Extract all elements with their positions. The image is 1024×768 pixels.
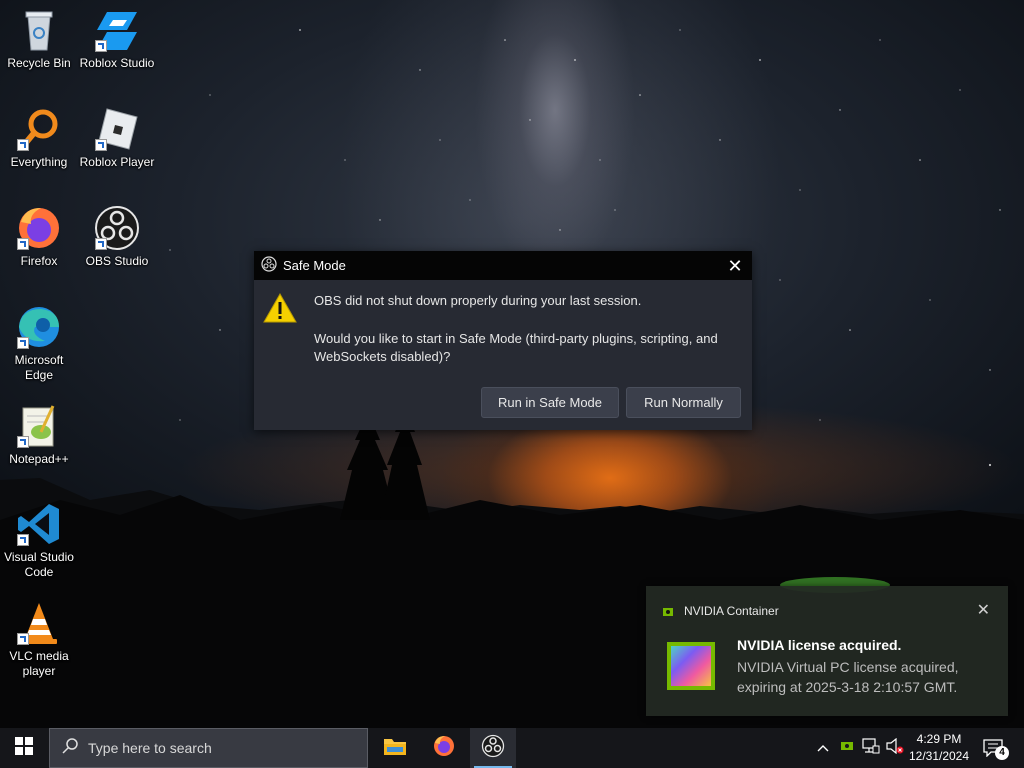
desktop-icon-firefox[interactable]: Firefox <box>0 204 78 269</box>
desktop-icon-label: OBS Studio <box>85 254 149 268</box>
taskbar: Type here to search 4:29 PM 12/31/2024 4 <box>0 728 1024 768</box>
notification-count-badge: 4 <box>995 746 1009 760</box>
folder-icon <box>383 736 407 761</box>
dialog-message-question: Would you like to start in Safe Mode (th… <box>314 331 718 364</box>
clock-time: 4:29 PM <box>916 732 962 746</box>
desktop-icon-vlc[interactable]: VLC media player <box>0 599 78 679</box>
desktop-icon-label: Roblox Player <box>79 155 155 169</box>
shortcut-arrow-icon <box>95 139 107 151</box>
taskbar-clock[interactable]: 4:29 PM 12/31/2024 <box>906 731 972 765</box>
run-in-safe-mode-button[interactable]: Run in Safe Mode <box>481 387 619 418</box>
desktop-icon-label: Roblox Studio <box>79 56 155 70</box>
shortcut-arrow-icon <box>17 436 29 448</box>
roblox-studio-icon <box>93 6 141 54</box>
desktop-icon-label: Everything <box>10 155 68 169</box>
close-icon[interactable]: ✕ <box>724 255 746 277</box>
gpu-chip-icon <box>665 640 717 692</box>
desktop-icon-recycle-bin[interactable]: Recycle Bin <box>0 6 78 71</box>
desktop-icon-obs-studio[interactable]: OBS Studio <box>78 204 156 269</box>
notification-app-name: NVIDIA Container <box>684 604 779 618</box>
firefox-icon <box>432 734 456 763</box>
taskbar-firefox[interactable] <box>421 728 467 768</box>
desktop-icon-label: Notepad++ <box>9 452 69 466</box>
desktop-icon-notepadpp[interactable]: Notepad++ <box>0 402 78 467</box>
start-button[interactable] <box>0 728 48 768</box>
taskbar-obs-studio[interactable] <box>470 728 516 768</box>
obs-studio-icon <box>261 256 277 275</box>
desktop-icon-vscode[interactable]: Visual Studio Code <box>0 500 78 580</box>
desktop-icon-label: Firefox <box>20 254 58 268</box>
desktop-icon-roblox-player[interactable]: Roblox Player <box>78 105 156 170</box>
notification-body: NVIDIA Virtual PC license acquired, expi… <box>737 659 959 695</box>
edge-icon <box>15 303 63 351</box>
warning-icon <box>263 292 297 329</box>
windows-logo-icon <box>15 736 33 760</box>
recycle-bin-icon <box>15 6 63 54</box>
clock-date: 12/31/2024 <box>908 749 970 763</box>
notepadpp-icon <box>15 402 63 450</box>
shortcut-arrow-icon <box>95 238 107 250</box>
run-normally-button[interactable]: Run Normally <box>626 387 741 418</box>
shortcut-arrow-icon <box>17 534 29 546</box>
notification-center-icon: 4 <box>983 737 1009 760</box>
nvidia-notification-toast[interactable]: NVIDIA Container ✕ NVIDIA license acquir… <box>646 586 1008 716</box>
obs-studio-icon <box>481 734 505 763</box>
shortcut-arrow-icon <box>17 238 29 250</box>
taskbar-search-box[interactable]: Type here to search <box>49 728 368 768</box>
safe-mode-dialog: Safe Mode ✕ OBS did not shut down proper… <box>254 251 752 430</box>
network-icon <box>862 737 880 759</box>
shortcut-arrow-icon <box>17 337 29 349</box>
tray-network[interactable] <box>860 728 882 768</box>
nvidia-icon <box>662 605 674 623</box>
nvidia-icon <box>840 739 854 757</box>
desktop-icon-microsoft-edge[interactable]: Microsoft Edge <box>0 303 78 383</box>
search-icon <box>62 737 78 759</box>
everything-search-icon <box>15 105 63 153</box>
firefox-icon <box>15 204 63 252</box>
close-icon[interactable]: ✕ <box>977 600 990 620</box>
desktop-icon-roblox-studio[interactable]: Roblox Studio <box>78 6 156 71</box>
dialog-message-crash: OBS did not shut down properly during yo… <box>314 293 642 308</box>
taskbar-file-explorer[interactable] <box>372 728 418 768</box>
dialog-titlebar[interactable]: Safe Mode ✕ <box>254 251 752 280</box>
chevron-up-icon <box>817 739 829 757</box>
desktop-icon-label: Recycle Bin <box>7 56 71 70</box>
tray-nvidia[interactable] <box>836 728 858 768</box>
desktop-icon-label: VLC media player <box>9 649 69 678</box>
roblox-player-icon <box>93 105 141 153</box>
notification-title: NVIDIA license acquired. <box>737 637 902 653</box>
volume-muted-icon <box>886 737 904 759</box>
shortcut-arrow-icon <box>95 40 107 52</box>
dialog-title: Safe Mode <box>283 258 346 273</box>
desktop-icon-everything[interactable]: Everything <box>0 105 78 170</box>
vlc-icon <box>15 599 63 647</box>
shortcut-arrow-icon <box>17 139 29 151</box>
show-hidden-icons-button[interactable] <box>812 728 834 768</box>
action-center-button[interactable]: 4 <box>980 728 1010 768</box>
obs-studio-icon <box>93 204 141 252</box>
search-placeholder: Type here to search <box>88 740 212 756</box>
desktop-icon-label: Visual Studio Code <box>4 550 74 579</box>
shortcut-arrow-icon <box>17 633 29 645</box>
vscode-icon <box>15 500 63 548</box>
desktop-icon-label: Microsoft Edge <box>14 353 64 382</box>
tray-volume[interactable] <box>884 728 906 768</box>
